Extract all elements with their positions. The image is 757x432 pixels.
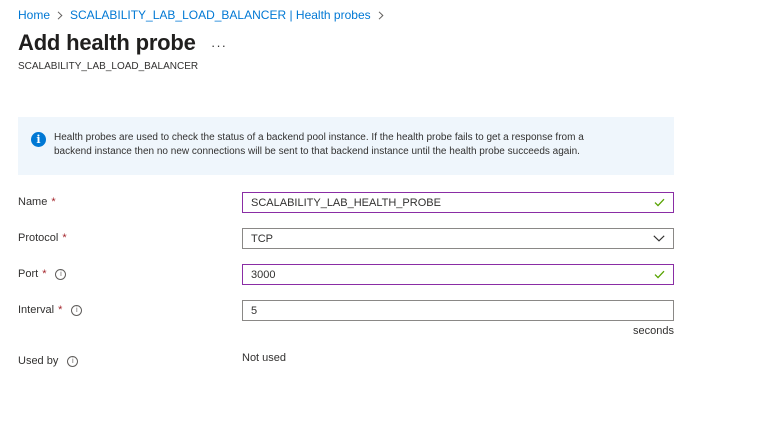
protocol-label-text: Protocol [18, 232, 59, 244]
chevron-right-icon [57, 10, 63, 20]
breadcrumb-health-probes-link[interactable]: SCALABILITY_LAB_LOAD_BALANCER | Health p… [70, 8, 371, 22]
protocol-selected-value: TCP [251, 232, 273, 245]
used-by-label: Used by i [18, 355, 79, 367]
checkmark-icon [654, 270, 665, 279]
chevron-down-icon [653, 235, 665, 242]
port-input[interactable] [251, 268, 648, 281]
name-label-text: Name [18, 196, 48, 208]
info-tooltip-icon[interactable]: i [67, 355, 79, 367]
page-subtitle: SCALABILITY_LAB_LOAD_BALANCER [18, 61, 199, 72]
interval-label-text: Interval [18, 304, 55, 316]
checkmark-icon [654, 198, 665, 207]
used-by-label-text: Used by [18, 355, 59, 367]
info-text-line: Health probes are used to check the stat… [54, 132, 584, 143]
interval-input[interactable] [251, 304, 665, 317]
name-input[interactable] [251, 196, 648, 209]
breadcrumb: Home SCALABILITY_LAB_LOAD_BALANCER | Hea… [18, 8, 391, 22]
name-field [242, 192, 674, 213]
chevron-right-icon [378, 10, 384, 20]
info-banner: i Health probes are used to check the st… [18, 117, 674, 175]
ellipsis-icon: ··· [211, 37, 227, 53]
more-options-button[interactable]: ··· [208, 37, 230, 53]
interval-units: seconds [633, 325, 674, 337]
interval-field [242, 300, 674, 321]
breadcrumb-home-link[interactable]: Home [18, 8, 50, 22]
required-marker: * [62, 232, 67, 244]
info-text-line: backend instance then no new connections… [54, 146, 580, 157]
used-by-value: Not used [242, 352, 287, 364]
interval-label: Interval * i [18, 304, 83, 316]
required-marker: * [42, 268, 47, 280]
required-marker: * [51, 196, 56, 208]
required-marker: * [58, 304, 63, 316]
info-text: Health probes are used to check the stat… [54, 131, 584, 159]
port-label: Port * i [18, 268, 67, 280]
name-label: Name * [18, 196, 56, 208]
port-field [242, 264, 674, 285]
info-tooltip-icon[interactable]: i [71, 304, 83, 316]
protocol-label: Protocol * [18, 232, 67, 244]
protocol-dropdown[interactable]: TCP [242, 228, 674, 249]
info-tooltip-icon[interactable]: i [55, 268, 67, 280]
port-label-text: Port [18, 268, 39, 280]
page-title: Add health probe [18, 30, 196, 55]
info-icon: i [31, 132, 46, 147]
